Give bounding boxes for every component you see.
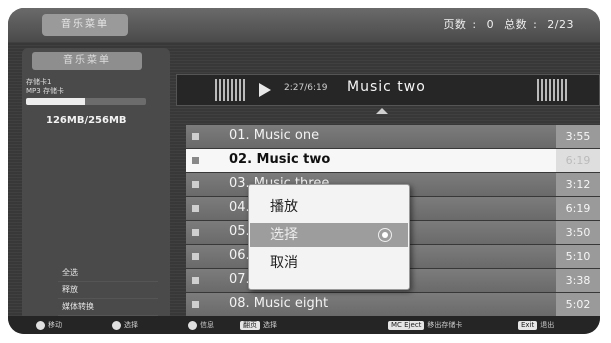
checkbox-icon[interactable]	[192, 253, 199, 260]
checkbox-icon[interactable]	[192, 229, 199, 236]
storage-progress-bar	[26, 98, 146, 105]
page-label: 页数	[443, 18, 467, 31]
total-value: 2/23	[547, 18, 574, 31]
equalizer-left-icon	[215, 79, 245, 101]
checkbox-icon[interactable]	[192, 181, 199, 188]
track-duration: 3:50	[556, 221, 600, 244]
sidebar-menu: 全选 释放 媒体转换	[58, 265, 158, 316]
total-label: 总数	[504, 18, 528, 31]
help-page: 翻页 选择	[240, 320, 277, 330]
device-info: 存储卡1 MP3 存储卡	[26, 78, 64, 96]
track-duration: 3:55	[556, 125, 600, 148]
page-counter: 页数: 0 总数: 2/23	[443, 18, 574, 31]
checkbox-icon[interactable]	[192, 205, 199, 212]
dpad-icon	[36, 320, 45, 330]
checkbox-icon[interactable]	[192, 277, 199, 284]
menu-item-select[interactable]: 选择	[250, 223, 408, 247]
track-row[interactable]: 01. Music one 3:55	[186, 125, 600, 148]
help-mc-eject: MC Eject 移出存储卡	[388, 320, 462, 330]
equalizer-right-icon	[537, 79, 567, 101]
help-select: 选择	[112, 320, 138, 330]
checkbox-icon[interactable]	[192, 157, 199, 164]
menu-item-play[interactable]: 播放	[250, 195, 408, 219]
mc-eject-button[interactable]: MC Eject	[388, 320, 425, 330]
track-name: 08. Music eight	[229, 296, 329, 311]
exit-button[interactable]: Exit	[518, 320, 538, 330]
track-name: 01. Music one	[229, 128, 320, 143]
device-line-1: 存储卡1	[26, 78, 52, 86]
tab-music-menu[interactable]: 音乐菜单	[42, 14, 128, 36]
menu-item-select-label: 选择	[270, 227, 298, 243]
device-line-2: MP3 存储卡	[26, 87, 64, 95]
bottom-help-bar: 移动 选择 信息 翻页 选择 MC Eject 移出存储卡 Exit 退出	[8, 316, 600, 334]
now-playing-bar: 2:27/6:19 Music two	[176, 74, 600, 106]
help-exit: Exit 退出	[518, 320, 554, 330]
play-icon[interactable]	[259, 83, 271, 97]
track-row[interactable]: 08. Music eight 5:02	[186, 293, 600, 316]
radio-selected-icon	[378, 228, 392, 242]
context-menu: 播放 选择 取消	[248, 184, 410, 290]
now-playing-title: Music two	[347, 79, 426, 95]
track-duration: 5:02	[556, 293, 600, 316]
track-duration: 3:38	[556, 269, 600, 292]
page-value: 0	[486, 18, 495, 31]
checkbox-icon[interactable]	[192, 133, 199, 140]
track-duration: 3:12	[556, 173, 600, 196]
info-icon	[188, 320, 197, 330]
menu-item-cancel[interactable]: 取消	[250, 251, 408, 275]
track-duration: 6:19	[556, 197, 600, 220]
help-move: 移动	[36, 320, 62, 330]
storage-capacity: 126MB/256MB	[46, 115, 127, 126]
track-duration: 5:10	[556, 245, 600, 268]
checkbox-icon[interactable]	[192, 301, 199, 308]
sidebar-item-release[interactable]: 释放	[58, 282, 158, 299]
ok-icon	[112, 320, 121, 330]
sidebar-title: 音乐菜单	[32, 52, 142, 70]
track-name: 02. Music two	[229, 152, 331, 167]
sidebar-item-select-all[interactable]: 全选	[58, 265, 158, 282]
page-key-button[interactable]: 翻页	[240, 320, 260, 330]
play-time: 2:27/6:19	[284, 83, 328, 93]
track-duration: 6:19	[556, 149, 600, 172]
top-bar: 音乐菜单 页数: 0 总数: 2/23	[8, 8, 600, 42]
scroll-up-icon[interactable]	[376, 108, 388, 114]
track-row[interactable]: 02. Music two 6:19	[186, 149, 600, 172]
sidebar-item-media-convert[interactable]: 媒体转换	[58, 299, 158, 316]
storage-progress-fill	[26, 98, 85, 105]
tv-screen: 音乐菜单 页数: 0 总数: 2/23 音乐菜单 存储卡1 MP3 存储卡 12…	[8, 8, 600, 334]
help-info: 信息	[188, 320, 214, 330]
